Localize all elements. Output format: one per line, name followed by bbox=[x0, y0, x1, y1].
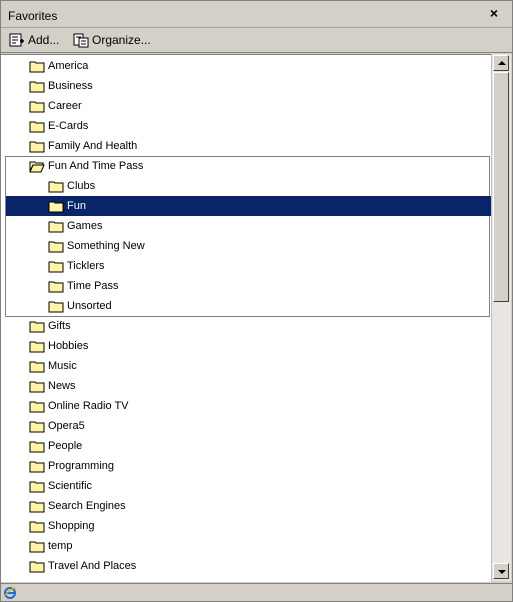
folder-icon bbox=[48, 221, 64, 233]
folder-icon bbox=[48, 261, 64, 273]
folder-label: Career bbox=[48, 100, 82, 112]
selected-folder-item[interactable]: Fun bbox=[6, 196, 491, 216]
folder-icon bbox=[29, 341, 45, 353]
folder-item[interactable]: Search Engines bbox=[29, 496, 126, 516]
open-folder-icon bbox=[29, 161, 45, 173]
folder-label: Search Engines bbox=[48, 500, 126, 512]
folder-icon bbox=[48, 201, 64, 213]
folder-label: E-Cards bbox=[48, 120, 89, 132]
folder-label: Family And Health bbox=[48, 140, 138, 152]
folder-icon bbox=[29, 461, 45, 473]
toolbar: Add... Organize... bbox=[1, 28, 512, 53]
status-bar bbox=[1, 583, 512, 602]
folder-icon bbox=[29, 401, 45, 413]
folder-icon bbox=[29, 61, 45, 73]
folder-icon bbox=[48, 241, 64, 253]
folder-item[interactable]: Ticklers bbox=[48, 256, 104, 276]
add-favorite-icon bbox=[9, 33, 24, 47]
folder-item[interactable]: Business bbox=[29, 76, 93, 96]
folder-item[interactable]: E-Cards bbox=[29, 116, 88, 136]
scroll-down-button[interactable] bbox=[493, 563, 509, 579]
folder-icon bbox=[48, 181, 64, 193]
folder-label: Shopping bbox=[48, 520, 95, 532]
folder-icon bbox=[29, 541, 45, 553]
arrow-down-icon bbox=[498, 570, 506, 574]
folder-label: Business bbox=[48, 80, 93, 92]
folder-label: Programming bbox=[48, 460, 115, 472]
folder-item[interactable]: Opera5 bbox=[29, 416, 85, 436]
add-label: Add... bbox=[28, 33, 60, 47]
folder-label: Unsorted bbox=[67, 300, 112, 312]
folder-label: Clubs bbox=[67, 180, 96, 192]
favorites-pane: Favorites × Add... Organize... America Bu… bbox=[0, 0, 513, 602]
folder-icon bbox=[48, 301, 64, 313]
close-icon[interactable]: × bbox=[487, 6, 501, 20]
folder-label: Ticklers bbox=[67, 260, 105, 272]
folder-item[interactable]: Games bbox=[48, 216, 102, 236]
folder-item[interactable]: Music bbox=[29, 356, 77, 376]
folder-label: Online Radio TV bbox=[48, 400, 129, 412]
vertical-scrollbar[interactable] bbox=[491, 54, 511, 581]
folder-item[interactable]: Programming bbox=[29, 456, 114, 476]
folder-label: People bbox=[48, 440, 83, 452]
folder-item[interactable]: Hobbies bbox=[29, 336, 88, 356]
folder-icon bbox=[29, 481, 45, 493]
folder-item[interactable]: People bbox=[29, 436, 82, 456]
organize-label: Organize... bbox=[92, 33, 151, 47]
title-bar: Favorites × bbox=[1, 1, 512, 28]
folder-icon bbox=[29, 441, 45, 453]
folder-icon bbox=[29, 561, 45, 573]
folder-item[interactable]: Family And Health bbox=[29, 136, 137, 156]
folder-icon bbox=[29, 501, 45, 513]
folder-item[interactable]: Something New bbox=[48, 236, 145, 256]
folder-item[interactable]: Scientific bbox=[29, 476, 92, 496]
arrow-up-icon bbox=[498, 61, 506, 65]
folder-item[interactable]: America bbox=[29, 56, 88, 76]
folder-icon bbox=[29, 141, 45, 153]
folder-label: Opera5 bbox=[48, 420, 85, 432]
folder-label: Fun bbox=[67, 200, 86, 212]
scroll-up-button[interactable] bbox=[493, 55, 509, 71]
folder-item[interactable]: Clubs bbox=[48, 176, 95, 196]
folder-item[interactable]: Shopping bbox=[29, 516, 95, 536]
add-button[interactable]: Add... bbox=[9, 31, 59, 49]
folder-label: temp bbox=[48, 540, 73, 552]
folder-label: Hobbies bbox=[48, 340, 89, 352]
folder-label: Scientific bbox=[48, 480, 93, 492]
folder-item[interactable]: Time Pass bbox=[48, 276, 119, 296]
folder-item[interactable]: Unsorted bbox=[48, 296, 112, 316]
folder-icon bbox=[29, 521, 45, 533]
folder-icon bbox=[29, 381, 45, 393]
folder-label: Time Pass bbox=[67, 280, 119, 292]
folder-item[interactable]: Gifts bbox=[29, 316, 71, 336]
folder-item[interactable]: Career bbox=[29, 96, 82, 116]
folder-icon bbox=[29, 421, 45, 433]
folder-label: Games bbox=[67, 220, 103, 232]
folder-item[interactable]: Travel And Places bbox=[29, 556, 136, 576]
folder-item[interactable]: temp bbox=[29, 536, 72, 556]
folder-item[interactable]: News bbox=[29, 376, 76, 396]
folder-label: Travel And Places bbox=[48, 560, 137, 572]
folder-icon bbox=[29, 81, 45, 93]
folder-label: Gifts bbox=[48, 320, 71, 332]
open-folder-item[interactable]: Fun And Time Pass bbox=[29, 156, 143, 176]
scroll-thumb[interactable] bbox=[493, 72, 509, 302]
folder-label: America bbox=[48, 60, 89, 72]
organize-icon bbox=[73, 33, 89, 48]
folder-icon bbox=[29, 361, 45, 373]
folder-label: Fun And Time Pass bbox=[48, 160, 144, 172]
folder-item[interactable]: Online Radio TV bbox=[29, 396, 129, 416]
folder-icon bbox=[48, 281, 64, 293]
folder-label: News bbox=[48, 380, 76, 392]
folder-icon bbox=[29, 121, 45, 133]
favorites-list[interactable]: America Business Career E-Cards Family And H… bbox=[1, 54, 491, 582]
organize-button[interactable]: Organize... bbox=[73, 31, 151, 49]
pane-title: Favorites bbox=[8, 9, 58, 23]
folder-icon bbox=[29, 101, 45, 113]
folder-icon bbox=[29, 321, 45, 333]
ie-icon bbox=[3, 587, 17, 599]
folder-label: Something New bbox=[67, 240, 145, 252]
folder-label: Music bbox=[48, 360, 77, 372]
